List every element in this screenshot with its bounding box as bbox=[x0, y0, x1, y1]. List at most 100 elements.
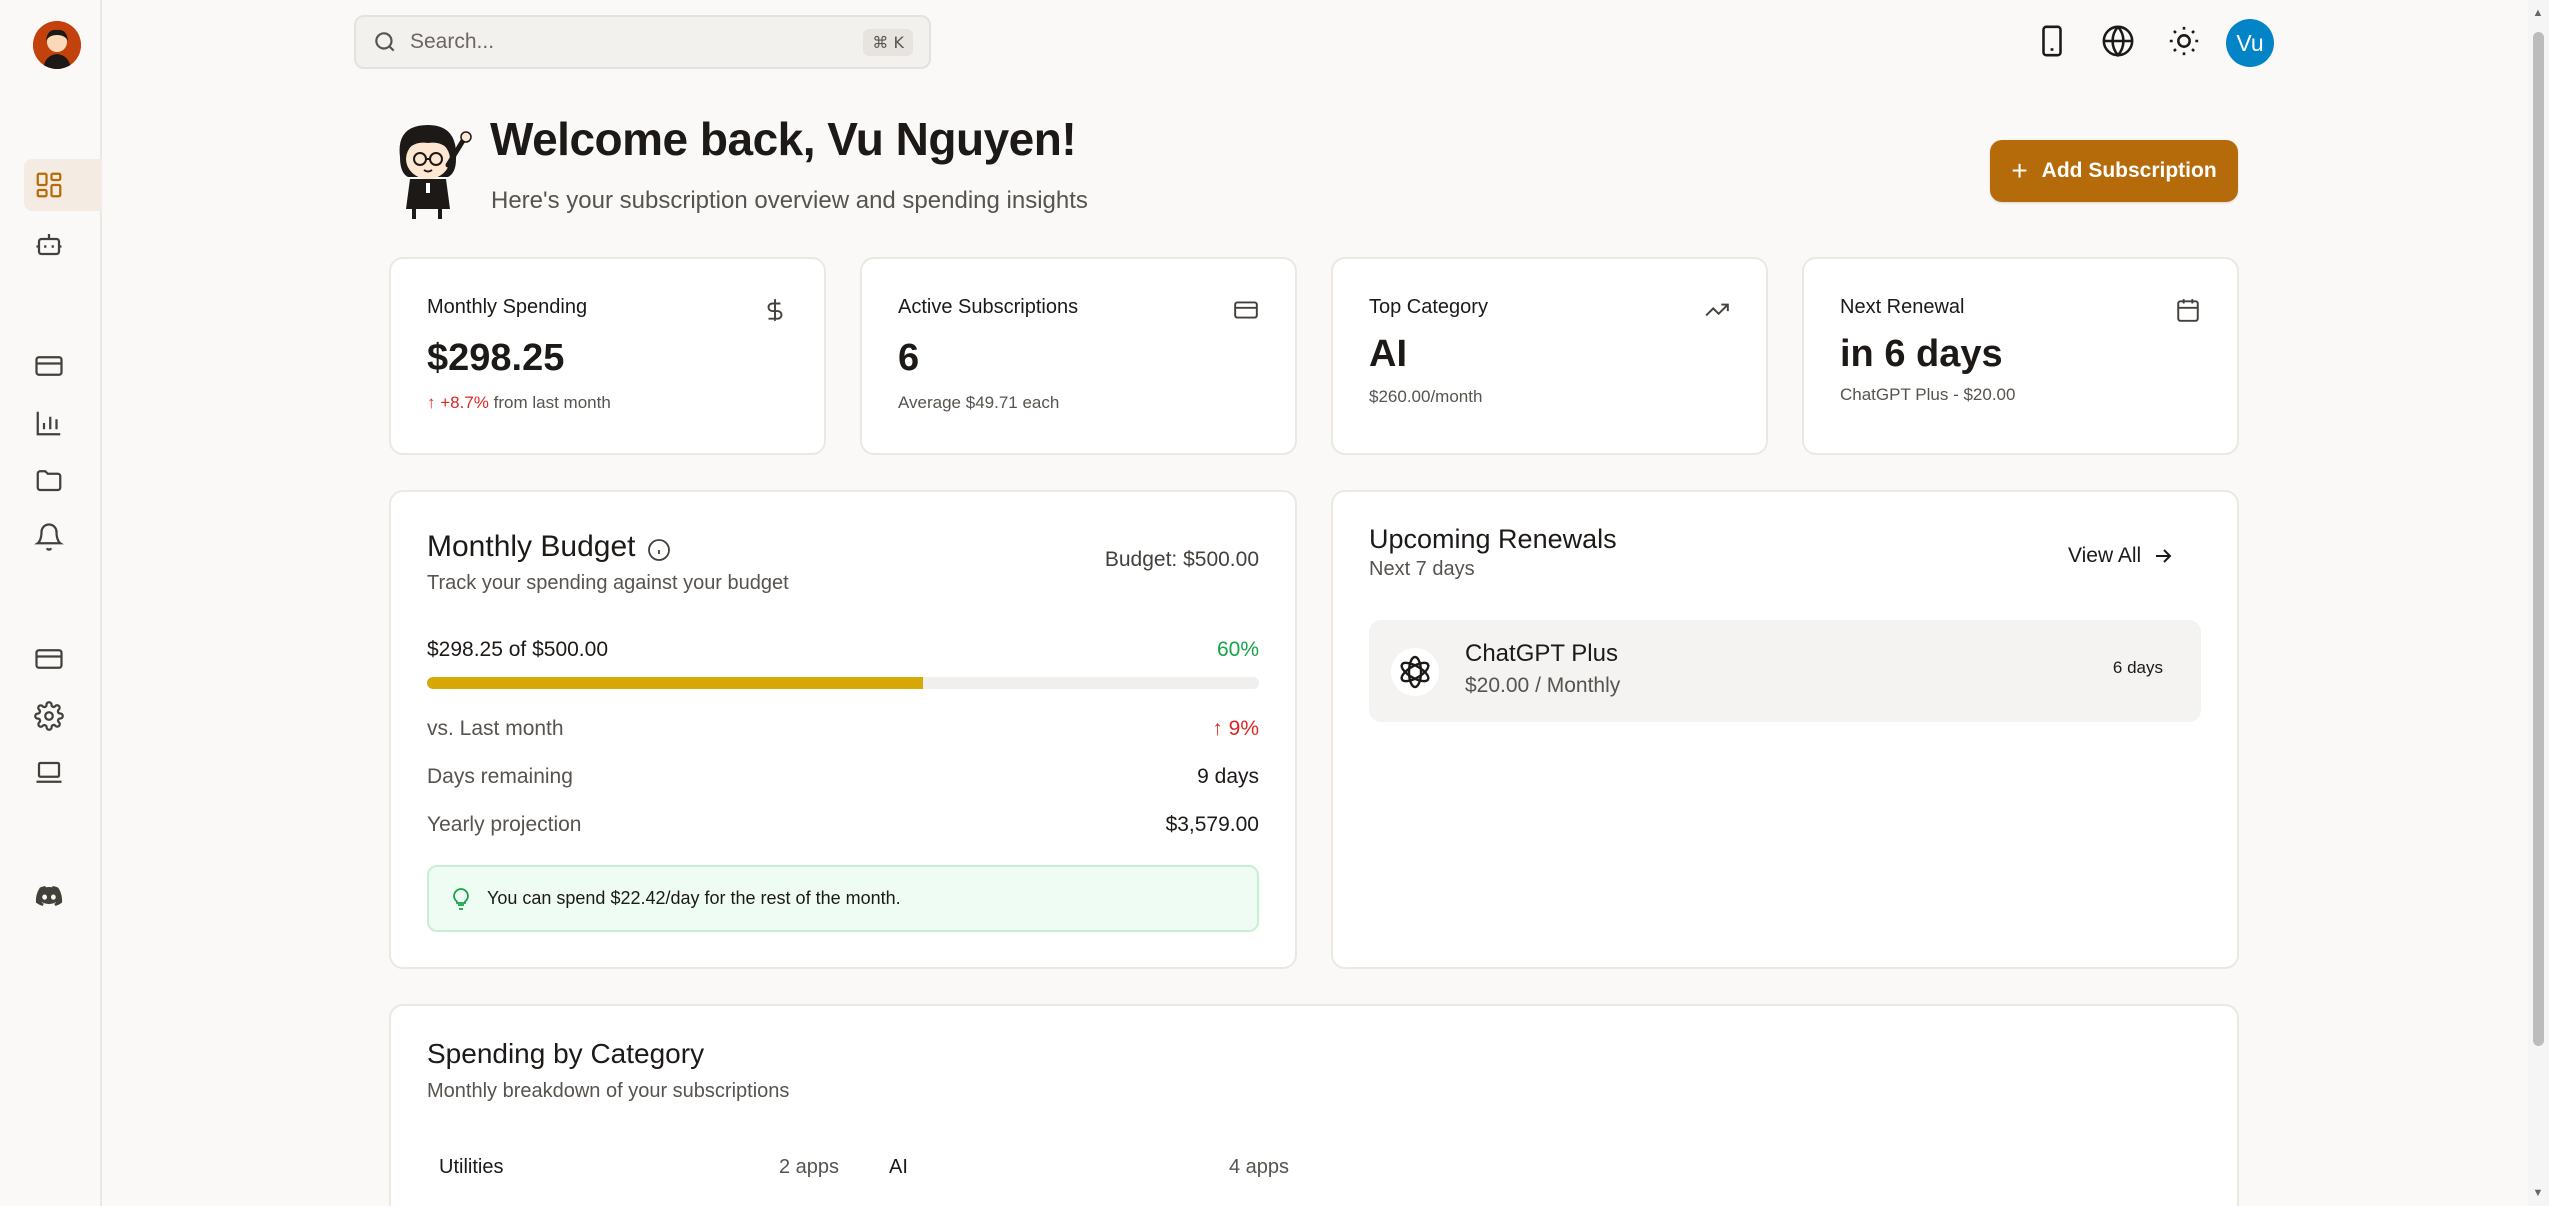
stat-value: $298.25 bbox=[427, 337, 565, 379]
renewal-name: ChatGPT Plus bbox=[1465, 640, 1618, 667]
stat-sub: Average $49.71 each bbox=[898, 393, 1060, 412]
sidebar-item-folders[interactable] bbox=[24, 454, 102, 506]
budget-progress-bar bbox=[427, 677, 1259, 689]
search-box[interactable]: Search... ⌘ K bbox=[354, 15, 931, 69]
stat-value: in 6 days bbox=[1840, 333, 2003, 375]
category-name: Utilities bbox=[439, 1156, 504, 1178]
mobile-icon bbox=[2042, 25, 2062, 57]
category-title: Spending by Category bbox=[427, 1038, 705, 1069]
sun-icon bbox=[2169, 26, 2199, 56]
row-label: Yearly projection bbox=[427, 813, 582, 836]
laptop-icon bbox=[36, 761, 62, 783]
gear-icon bbox=[34, 701, 64, 731]
budget-amount: Budget: $500.00 bbox=[1104, 548, 1259, 571]
row-value: 9 days bbox=[1197, 765, 1259, 788]
stat-title: Monthly Spending bbox=[427, 296, 588, 318]
change-percent: +8.7% bbox=[440, 393, 489, 412]
trending-up-icon bbox=[1705, 303, 1729, 317]
renewal-item[interactable]: ChatGPT Plus $20.00 / Monthly 6 days bbox=[1369, 620, 2201, 722]
upcoming-renewals-card: Upcoming Renewals Next 7 days View All C… bbox=[1331, 490, 2239, 969]
stat-sub: ChatGPT Plus - $20.00 bbox=[1840, 385, 2016, 404]
add-subscription-label: Add Subscription bbox=[2041, 159, 2217, 182]
lightbulb-icon bbox=[453, 887, 469, 910]
arrow-up-icon: ↑ bbox=[427, 393, 436, 412]
budget-subtitle: Track your spending against your budget bbox=[427, 572, 789, 594]
credit-card-icon bbox=[35, 356, 63, 376]
budget-title: Monthly Budget bbox=[427, 530, 636, 563]
progress-label: $298.25 of $500.00 bbox=[427, 638, 609, 661]
globe-icon bbox=[2102, 25, 2134, 58]
bar-chart-icon bbox=[36, 411, 61, 436]
renewals-subtitle: Next 7 days bbox=[1369, 558, 1475, 580]
folder-icon bbox=[36, 470, 62, 492]
sidebar-item-payments[interactable] bbox=[24, 633, 102, 685]
stat-value: 6 bbox=[898, 337, 920, 379]
budget-progress-fill bbox=[427, 677, 924, 689]
row-value: ↑ 9% bbox=[1212, 717, 1259, 741]
stat-change: ↑ +8.7% from last month bbox=[427, 393, 611, 413]
stat-card-monthly-spending: Monthly Spending $298.25 ↑ +8.7% from la… bbox=[389, 257, 826, 455]
arrow-right-icon bbox=[2156, 549, 2172, 563]
stat-value: AI bbox=[1369, 333, 1407, 375]
scrollbar-thumb[interactable] bbox=[2533, 32, 2544, 1046]
info-icon[interactable] bbox=[647, 538, 671, 562]
stat-title: Next Renewal bbox=[1840, 296, 1965, 318]
sidebar-item-settings[interactable] bbox=[24, 690, 102, 742]
openai-icon bbox=[1391, 648, 1439, 696]
arrow-up-icon: ↑ bbox=[1212, 717, 1229, 740]
calendar-icon bbox=[2177, 299, 2199, 322]
stat-title: Top Category bbox=[1369, 296, 1488, 318]
stat-title: Active Subscriptions bbox=[898, 296, 1079, 318]
wallet-icon bbox=[35, 649, 63, 669]
stat-sub: $260.00/month bbox=[1369, 387, 1483, 406]
category-count: 2 apps bbox=[778, 1156, 839, 1178]
row-value-text: 9% bbox=[1228, 717, 1259, 740]
row-value: $3,579.00 bbox=[1165, 813, 1259, 836]
budget-row-days-remaining: Days remaining 9 days bbox=[427, 765, 1259, 789]
theme-toggle-button[interactable] bbox=[2164, 21, 2204, 61]
search-placeholder: Search... bbox=[410, 30, 495, 53]
sidebar-item-notifications[interactable] bbox=[24, 511, 102, 563]
add-subscription-button[interactable]: + Add Subscription bbox=[1990, 140, 2238, 202]
user-avatar[interactable]: Vu bbox=[2226, 19, 2274, 67]
row-label: Days remaining bbox=[427, 765, 573, 788]
budget-row-vs-last-month: vs. Last month ↑ 9% bbox=[427, 717, 1259, 741]
bell-icon bbox=[34, 523, 64, 551]
renewal-days: 6 days bbox=[2112, 658, 2163, 677]
category-name: AI bbox=[889, 1156, 908, 1178]
renewal-price: $20.00 / Monthly bbox=[1465, 674, 1621, 697]
mascot-illustration bbox=[386, 117, 474, 221]
sidebar-item-bot[interactable] bbox=[24, 218, 102, 270]
renewals-title: Upcoming Renewals bbox=[1369, 524, 1617, 554]
search-shortcut: ⌘ K bbox=[863, 28, 913, 56]
tip-text: You can spend $22.42/day for the rest of… bbox=[487, 888, 901, 908]
progress-percent: 60% bbox=[1216, 638, 1259, 661]
discord-icon bbox=[35, 886, 63, 906]
view-all-label: View All bbox=[2068, 544, 2142, 567]
stat-card-active-subscriptions: Active Subscriptions 6 Average $49.71 ea… bbox=[860, 257, 1297, 455]
spending-by-category-card: Spending by Category Monthly breakdown o… bbox=[389, 1004, 2239, 1206]
category-item-utilities: Utilities 2 apps bbox=[439, 1156, 839, 1179]
sidebar-item-discord[interactable] bbox=[24, 870, 102, 922]
change-context: from last month bbox=[493, 393, 611, 412]
budget-row-yearly-projection: Yearly projection $3,579.00 bbox=[427, 813, 1259, 837]
sidebar-item-analytics[interactable] bbox=[24, 397, 102, 449]
mobile-button[interactable] bbox=[2032, 21, 2072, 61]
dashboard-icon bbox=[36, 172, 62, 198]
stat-card-top-category: Top Category AI $260.00/month bbox=[1331, 257, 1768, 455]
app-logo-avatar[interactable] bbox=[33, 21, 81, 69]
view-all-link[interactable]: View All bbox=[2068, 544, 2175, 568]
scroll-up-arrow[interactable]: ▲ bbox=[2530, 6, 2546, 20]
sidebar-item-dashboard[interactable] bbox=[24, 159, 102, 211]
language-button[interactable] bbox=[2098, 21, 2138, 61]
category-subtitle: Monthly breakdown of your subscriptions bbox=[427, 1080, 790, 1102]
stat-card-next-renewal: Next Renewal in 6 days ChatGPT Plus - $2… bbox=[1802, 257, 2239, 455]
search-icon bbox=[375, 32, 395, 52]
welcome-title: Welcome back, Vu Nguyen! bbox=[490, 113, 1077, 165]
sidebar-item-subscriptions[interactable] bbox=[24, 340, 102, 392]
plus-icon: + bbox=[2011, 155, 2028, 186]
sidebar-item-devices[interactable] bbox=[24, 747, 102, 799]
scroll-down-arrow[interactable]: ▼ bbox=[2530, 1186, 2546, 1200]
category-item-ai: AI 4 apps bbox=[889, 1156, 1289, 1179]
credit-card-icon bbox=[1234, 301, 1258, 319]
